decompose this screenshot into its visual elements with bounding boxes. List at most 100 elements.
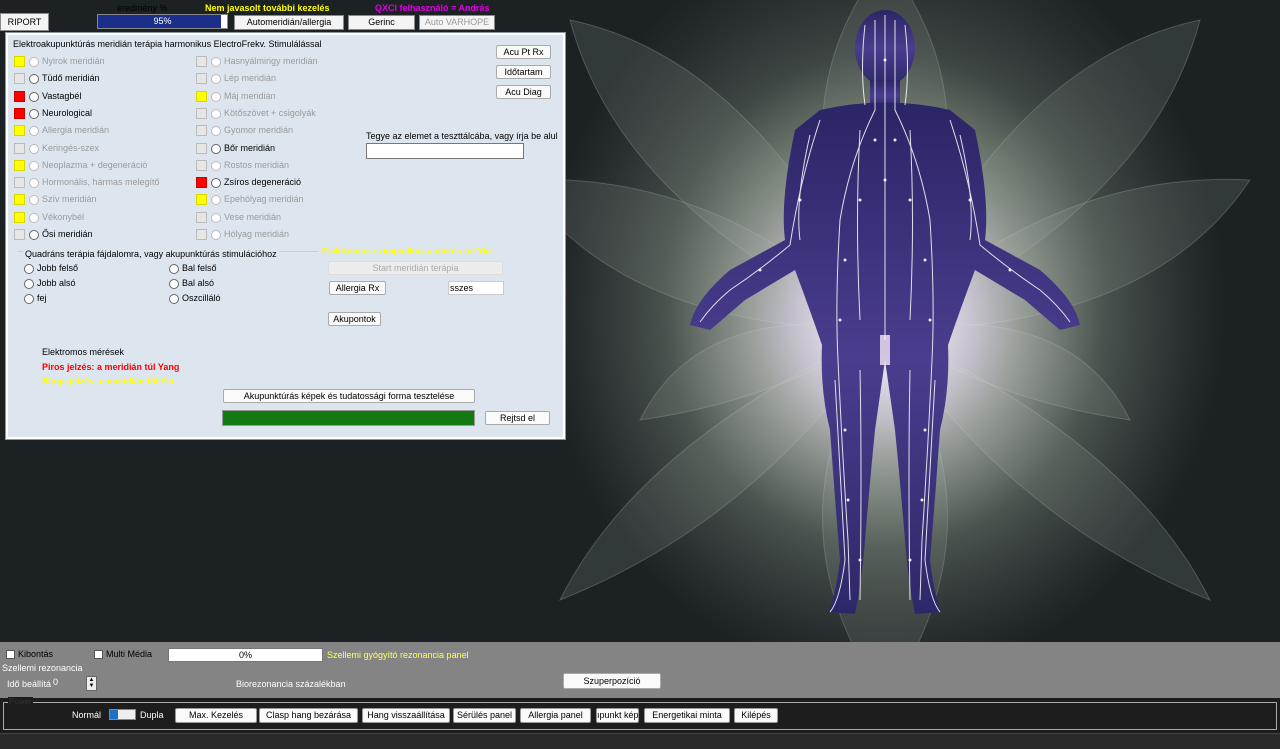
meridian-radio[interactable] — [211, 126, 221, 137]
bottom-action-button[interactable]: Energetikai minta — [644, 708, 730, 723]
meridian-radio[interactable] — [29, 212, 39, 223]
meridian-radio[interactable] — [211, 143, 221, 154]
time-setting-label: Idő beállítá — [7, 679, 52, 689]
quadrant-radio[interactable] — [169, 294, 179, 304]
meridian-label: Kötőszövet + csigolyák — [224, 107, 316, 118]
quadrant-radio[interactable] — [24, 279, 34, 289]
meridian-label: Zsíros degeneráció — [224, 177, 302, 188]
meridian-radio[interactable] — [29, 143, 39, 154]
meridian-radio[interactable] — [211, 91, 221, 102]
automeridian-allergy-button[interactable]: Automeridián/allergia — [234, 15, 344, 30]
akupontok-button[interactable]: Akupontok — [328, 312, 381, 326]
meridian-label: Lép meridián — [224, 73, 277, 84]
result-progress-bar: 95% — [97, 14, 228, 29]
meridian-indicator — [196, 211, 207, 223]
auto-varhope-button[interactable]: Auto VARHOPE — [419, 15, 495, 30]
spiritual-progress-text: 0% — [238, 650, 252, 660]
meridian-indicator — [14, 142, 25, 154]
meridian-label: Keringés-szex — [42, 142, 100, 153]
panel-title: Elektroakupunktúrás meridián terápia har… — [13, 39, 322, 49]
toggle-knob[interactable] — [110, 710, 118, 719]
start-meridian-therapy-button[interactable]: Start meridián terápia — [328, 261, 503, 275]
meridian-radio[interactable] — [211, 178, 221, 189]
gerinc-button[interactable]: Gerinc — [348, 15, 415, 30]
quadrant-title: Quadráns terápia fájdalomra, vagy akupun… — [23, 249, 279, 259]
idotartam-button[interactable]: Időtartam — [496, 65, 551, 79]
meridian-label: Tüdő meridián — [42, 73, 100, 84]
red-signal-note: Piros jelzés: a meridián túl Yang — [42, 362, 180, 372]
meridian-indicator — [14, 211, 25, 223]
meridian-radio[interactable] — [211, 57, 221, 67]
meridian-radio[interactable] — [29, 108, 39, 119]
meridian-radio[interactable] — [211, 230, 221, 240]
time-setting-stepper[interactable]: 0 ▲ ▼ — [52, 676, 97, 691]
user-label: QXCI felhasználó = András — [375, 3, 490, 13]
kibontas-checkbox[interactable] — [6, 650, 15, 659]
acu-pt-rx-button[interactable]: Acu Pt Rx — [496, 45, 551, 59]
meridian-indicator — [196, 125, 207, 137]
meridian-radio[interactable] — [211, 160, 221, 171]
meridian-label: Hasnyálmirigy meridián — [224, 56, 318, 66]
meridian-indicator — [196, 194, 207, 206]
bottom-action-button[interactable]: Hang visszaállítása — [362, 708, 450, 723]
meridian-indicator — [14, 194, 25, 206]
meridian-indicator — [14, 125, 25, 137]
allergia-rx-button[interactable]: Allergia Rx — [329, 281, 386, 295]
meridian-radio[interactable] — [211, 195, 221, 206]
bottom-action-button[interactable]: Kilépés — [734, 708, 778, 723]
meridian-radio[interactable] — [29, 91, 39, 102]
meridian-label: Ősi meridián — [42, 229, 93, 239]
yin-measure-note: Elektromos szimpatikus a mérés túl Yin — [322, 246, 492, 256]
quadrant-label: Oszcilláló — [182, 293, 221, 303]
bottom-action-button[interactable]: Clasp hang bezárása — [259, 708, 358, 723]
meridian-radio[interactable] — [211, 212, 221, 223]
quadrant-label: Bal alsó — [182, 278, 215, 288]
test-tray-input[interactable] — [366, 143, 524, 159]
ujrates-field[interactable]: sszes újrates: — [448, 281, 504, 295]
quadrant-radio[interactable] — [24, 294, 34, 304]
quadrant-radio[interactable] — [169, 264, 179, 274]
bottom-status-strip — [0, 733, 1280, 749]
meridian-radio[interactable] — [29, 178, 39, 189]
quadrant-radio[interactable] — [169, 279, 179, 289]
quadrant-radio[interactable] — [24, 264, 34, 274]
result-progress-text: 95% — [153, 16, 172, 26]
bottom-action-button[interactable]: Sérülés panel — [453, 708, 516, 723]
hide-button[interactable]: Rejtsd el — [485, 411, 550, 425]
meridian-radio[interactable] — [29, 57, 39, 67]
acupuncture-test-button[interactable]: Akupunktúrás képek és tudatossági forma … — [223, 389, 475, 403]
meridian-label: Epehólyag meridián — [224, 194, 304, 205]
meridian-indicator — [14, 56, 25, 67]
meridian-label: Hormonális, hármas melegítő — [42, 177, 160, 188]
meridian-label: Vese meridián — [224, 211, 282, 222]
meridian-radio[interactable] — [29, 126, 39, 137]
quadrant-label: Bal felső — [182, 263, 217, 273]
meridian-indicator — [196, 142, 207, 154]
meridian-radio[interactable] — [211, 108, 221, 119]
meridian-indicator — [14, 229, 25, 240]
meridian-indicator — [196, 73, 207, 85]
meridian-therapy-panel: Elektroakupunktúrás meridián terápia har… — [6, 33, 565, 439]
meridian-radio[interactable] — [29, 230, 39, 240]
normal-dupla-toggle[interactable] — [109, 709, 136, 720]
meridian-indicator — [14, 159, 25, 171]
electric-measure-title: Elektromos mérések — [42, 347, 125, 357]
bottom-action-button[interactable]: Max. Kezelés — [175, 708, 257, 723]
bottom-action-button[interactable]: ıpunkt kép — [596, 708, 639, 723]
ujrates-label: sszes újrates: — [450, 283, 474, 293]
acu-diag-button[interactable]: Acu Diag — [496, 85, 551, 99]
quadrant-label: fej — [37, 293, 47, 303]
meridian-radio[interactable] — [29, 195, 39, 206]
therapy-progress-bar — [222, 410, 475, 426]
superposition-button[interactable]: Szuperpozíció — [563, 673, 661, 689]
riport-button[interactable]: RIPORT — [0, 13, 49, 31]
bottom-action-button[interactable]: Allergia panel — [520, 708, 591, 723]
stepper-arrows-icon[interactable]: ▲ ▼ — [86, 676, 97, 691]
meridian-indicator — [14, 73, 25, 85]
multimedia-label: Multi Média — [106, 649, 153, 659]
multimedia-checkbox[interactable] — [94, 650, 103, 659]
meridian-radio[interactable] — [29, 160, 39, 171]
meridian-radio[interactable] — [29, 74, 39, 85]
meridian-radio[interactable] — [211, 74, 221, 85]
spiritual-resonance-label: Szellemi rezonancia — [2, 663, 83, 673]
